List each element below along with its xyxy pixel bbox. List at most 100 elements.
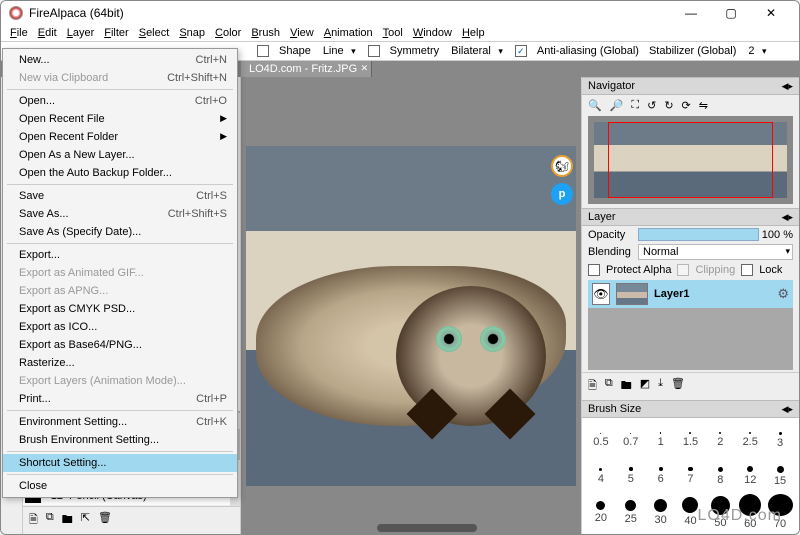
file-menu-item[interactable]: Open Recent Folder▶ bbox=[3, 128, 237, 146]
menu-layer[interactable]: Layer bbox=[62, 25, 100, 41]
shape-dropdown[interactable]: Line bbox=[321, 45, 358, 57]
panel-chevron-icon[interactable]: ◀▸ bbox=[782, 212, 793, 223]
file-menu-item[interactable]: Open the Auto Backup Folder... bbox=[3, 164, 237, 182]
lock-checkbox[interactable] bbox=[741, 264, 753, 276]
brush-size-cell[interactable]: 1 bbox=[646, 422, 676, 458]
layer-merge-icon[interactable]: ⤓ bbox=[658, 377, 663, 396]
file-menu-item[interactable]: Shortcut Setting... bbox=[3, 454, 237, 472]
panel-chevron-icon[interactable]: ◀▸ bbox=[782, 404, 793, 415]
file-menu-item[interactable]: Close bbox=[3, 477, 237, 495]
file-menu-item[interactable]: Export as CMYK PSD... bbox=[3, 300, 237, 318]
flip-icon[interactable]: ⇋ bbox=[699, 99, 708, 112]
navigator-preview[interactable] bbox=[588, 116, 793, 204]
opacity-slider[interactable] bbox=[638, 228, 759, 241]
menu-select[interactable]: Select bbox=[134, 25, 175, 41]
stabilizer-dropdown[interactable]: 2 bbox=[746, 45, 768, 57]
menu-color[interactable]: Color bbox=[210, 25, 246, 41]
file-menu-item[interactable]: Brush Environment Setting... bbox=[3, 431, 237, 449]
document-tab[interactable]: LO4D.com - Fritz.JPG ✕ bbox=[241, 61, 372, 77]
layer-duplicate-icon[interactable]: ⧉ bbox=[605, 377, 613, 396]
file-menu-item[interactable]: Save As...Ctrl+Shift+S bbox=[3, 205, 237, 223]
canvas-area[interactable] bbox=[241, 77, 581, 534]
mascot-badge-icon[interactable]: 🐿 bbox=[551, 155, 573, 177]
menu-view[interactable]: View bbox=[285, 25, 319, 41]
brush-size-cell[interactable]: 12 bbox=[735, 458, 765, 494]
rotate-ccw-icon[interactable]: ↺ bbox=[647, 99, 656, 112]
brush-size-cell[interactable]: 0.7 bbox=[616, 422, 646, 458]
minimize-button[interactable]: ― bbox=[671, 1, 711, 25]
zoom-in-icon[interactable]: 🔍 bbox=[588, 99, 602, 112]
menu-help[interactable]: Help bbox=[457, 25, 490, 41]
file-menu-item[interactable]: Environment Setting...Ctrl+K bbox=[3, 413, 237, 431]
antialias-checkbox[interactable] bbox=[515, 45, 527, 57]
brush-size-title: Brush Size bbox=[588, 403, 641, 415]
brush-size-cell[interactable]: 25 bbox=[616, 494, 646, 530]
brush-size-cell[interactable]: 8 bbox=[705, 458, 735, 494]
brush-size-cell[interactable]: 1.5 bbox=[676, 422, 706, 458]
file-menu-item[interactable]: Rasterize... bbox=[3, 354, 237, 372]
layer-settings-icon[interactable]: ⚙ bbox=[777, 286, 789, 302]
menu-snap[interactable]: Snap bbox=[174, 25, 210, 41]
brush-folder-icon[interactable]: 🖿 bbox=[62, 511, 73, 530]
blending-dropdown[interactable]: Normal bbox=[638, 244, 793, 260]
layer-item[interactable]: 👁 Layer1 ⚙ bbox=[588, 280, 793, 308]
brush-import-icon[interactable]: ⇱ bbox=[81, 511, 90, 530]
menu-edit[interactable]: Edit bbox=[33, 25, 62, 41]
menu-brush[interactable]: Brush bbox=[246, 25, 285, 41]
brush-size-cell[interactable]: 60 bbox=[735, 494, 765, 530]
menu-tool[interactable]: Tool bbox=[378, 25, 408, 41]
file-menu-item[interactable]: Open Recent File▶ bbox=[3, 110, 237, 128]
brush-size-cell[interactable]: 7 bbox=[676, 458, 706, 494]
menu-window[interactable]: Window bbox=[408, 25, 457, 41]
file-menu-item[interactable]: Export... bbox=[3, 246, 237, 264]
menu-filter[interactable]: Filter bbox=[99, 25, 133, 41]
panel-chevron-icon[interactable]: ◀▸ bbox=[782, 81, 793, 92]
shape-checkbox[interactable] bbox=[257, 45, 269, 57]
brush-size-cell[interactable]: 40 bbox=[676, 494, 706, 530]
clipping-checkbox[interactable] bbox=[677, 264, 689, 276]
fit-icon[interactable]: ⛶ bbox=[631, 99, 639, 112]
brush-size-cell[interactable]: 5 bbox=[616, 458, 646, 494]
brush-size-cell[interactable]: 4 bbox=[586, 458, 616, 494]
symmetry-dropdown[interactable]: Bilateral bbox=[449, 45, 505, 57]
file-menu-item[interactable]: Open As a New Layer... bbox=[3, 146, 237, 164]
brush-size-cell[interactable]: 0.5 bbox=[586, 422, 616, 458]
brush-size-cell[interactable]: 50 bbox=[705, 494, 735, 530]
brush-size-cell[interactable]: 3 bbox=[765, 422, 795, 458]
layer-visibility-icon[interactable]: 👁 bbox=[592, 283, 610, 305]
brush-size-cell[interactable]: 2.5 bbox=[735, 422, 765, 458]
zoom-out-icon[interactable]: 🔎 bbox=[610, 99, 624, 112]
file-menu-item[interactable]: Save As (Specify Date)... bbox=[3, 223, 237, 241]
symmetry-checkbox[interactable] bbox=[368, 45, 380, 57]
rotate-cw-icon[interactable]: ↻ bbox=[664, 99, 673, 112]
brush-size-cell[interactable]: 20 bbox=[586, 494, 616, 530]
layer-folder-icon[interactable]: 🖿 bbox=[621, 377, 632, 396]
brush-size-cell[interactable]: 6 bbox=[646, 458, 676, 494]
tab-close-icon[interactable]: ✕ bbox=[361, 63, 369, 74]
horizontal-scrollbar[interactable] bbox=[377, 524, 477, 532]
pixiv-badge-icon[interactable]: p bbox=[551, 183, 573, 205]
file-menu-item[interactable]: New...Ctrl+N bbox=[3, 51, 237, 69]
layer-delete-icon[interactable]: 🗑 bbox=[671, 377, 685, 396]
file-menu-item[interactable]: SaveCtrl+S bbox=[3, 187, 237, 205]
brush-size-cell[interactable]: 70 bbox=[765, 494, 795, 530]
brush-new-icon[interactable]: 🗎 bbox=[29, 511, 38, 530]
layer-new-icon[interactable]: 🗎 bbox=[588, 377, 597, 396]
brush-size-cell[interactable]: 15 bbox=[765, 458, 795, 494]
layer-mask-icon[interactable]: ◩ bbox=[640, 377, 650, 396]
reset-rotation-icon[interactable]: ⟳ bbox=[682, 99, 691, 112]
brush-size-cell[interactable]: 30 bbox=[646, 494, 676, 530]
close-button[interactable]: ✕ bbox=[751, 1, 791, 25]
menu-animation[interactable]: Animation bbox=[319, 25, 378, 41]
file-menu-item[interactable]: Export as ICO... bbox=[3, 318, 237, 336]
menu-file[interactable]: File bbox=[5, 25, 33, 41]
protect-alpha-checkbox[interactable] bbox=[588, 264, 600, 276]
file-menu-item[interactable]: Print...Ctrl+P bbox=[3, 390, 237, 408]
layer-thumbnail bbox=[616, 283, 648, 305]
maximize-button[interactable]: ▢ bbox=[711, 1, 751, 25]
brush-size-cell[interactable]: 2 bbox=[705, 422, 735, 458]
file-menu-item[interactable]: Export as Base64/PNG... bbox=[3, 336, 237, 354]
brush-delete-icon[interactable]: 🗑 bbox=[98, 511, 112, 530]
brush-duplicate-icon[interactable]: ⧉ bbox=[46, 511, 54, 530]
file-menu-item[interactable]: Open...Ctrl+O bbox=[3, 92, 237, 110]
